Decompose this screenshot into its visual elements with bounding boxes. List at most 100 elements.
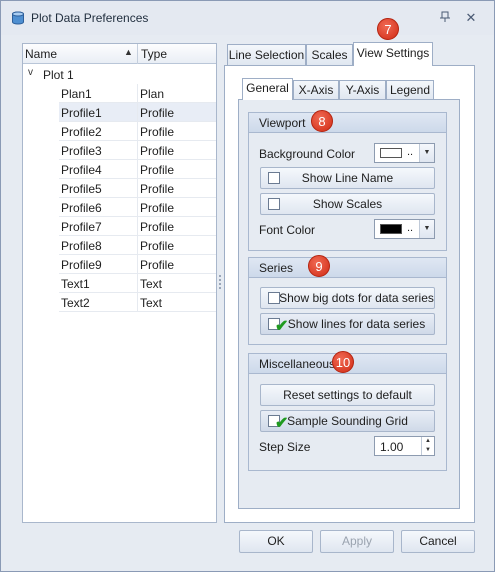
miscellaneous-title: Miscellaneous bbox=[259, 357, 336, 371]
checkmark-icon: ✔ bbox=[275, 318, 289, 335]
tab-view-settings[interactable]: View Settings bbox=[353, 42, 433, 66]
callout-badge-9: 9 bbox=[308, 255, 330, 277]
table-row[interactable]: Profile8 Profile bbox=[23, 236, 216, 255]
table-row[interactable]: Profile7 Profile bbox=[23, 217, 216, 236]
table-row[interactable]: Profile9 Profile bbox=[23, 255, 216, 274]
show-big-dots-label: Show big dots for data series bbox=[279, 291, 434, 305]
row-name-cell: Profile6 bbox=[61, 201, 102, 215]
column-divider bbox=[137, 179, 138, 198]
row-type-cell: Profile bbox=[140, 239, 175, 253]
font-color-label: Font Color bbox=[259, 223, 316, 237]
column-divider bbox=[137, 198, 138, 217]
row-type-cell: Plan bbox=[140, 87, 165, 101]
font-color-picker[interactable]: .. ▼ bbox=[374, 219, 435, 239]
column-divider bbox=[137, 160, 138, 179]
sort-ascending-icon: ▲ bbox=[124, 47, 133, 57]
checkbox-icon bbox=[268, 198, 280, 210]
background-color-swatch bbox=[380, 148, 402, 158]
row-name-cell: Profile8 bbox=[61, 239, 102, 253]
column-divider bbox=[137, 255, 138, 274]
chevron-down-icon[interactable]: v bbox=[28, 67, 33, 78]
cancel-label: Cancel bbox=[419, 534, 457, 548]
viewport-title: Viewport bbox=[259, 116, 306, 130]
row-type-cell: Text bbox=[140, 277, 163, 291]
ok-button[interactable]: OK bbox=[239, 530, 313, 553]
tab-y-axis[interactable]: Y-Axis bbox=[339, 80, 386, 100]
show-line-name-toggle[interactable]: Show Line Name bbox=[260, 167, 435, 189]
column-header-name[interactable]: Name bbox=[25, 47, 57, 61]
show-big-dots-toggle[interactable]: Show big dots for data series bbox=[260, 287, 435, 309]
column-divider bbox=[137, 122, 138, 141]
show-scales-toggle[interactable]: Show Scales bbox=[260, 193, 435, 215]
color-ellipsis: .. bbox=[407, 146, 414, 158]
callout-badge-8: 8 bbox=[311, 110, 333, 132]
series-group-header: Series bbox=[249, 258, 446, 278]
reset-settings-label: Reset settings to default bbox=[283, 388, 412, 402]
tab-general[interactable]: General bbox=[242, 78, 293, 100]
row-type-cell: Profile bbox=[140, 220, 175, 234]
checkbox-icon bbox=[268, 292, 280, 304]
row-name-cell: Plan1 bbox=[61, 87, 92, 101]
tree-root-row[interactable]: v Plot 1 bbox=[23, 65, 216, 84]
tab-line-selection[interactable]: Line Selection bbox=[227, 44, 306, 66]
sample-sounding-grid-toggle[interactable]: ✔ Sample Sounding Grid bbox=[260, 410, 435, 432]
table-row[interactable]: Profile5 Profile bbox=[23, 179, 216, 198]
splitter-handle[interactable] bbox=[219, 275, 222, 289]
table-row[interactable]: Plan1 Plan bbox=[23, 84, 216, 103]
tab-label: Line Selection bbox=[228, 48, 305, 62]
table-row[interactable]: Text2 Text bbox=[23, 293, 216, 312]
background-color-picker[interactable]: .. ▼ bbox=[374, 143, 435, 163]
step-size-spinner[interactable]: 1.00 ▲ ▼ bbox=[374, 436, 435, 456]
background-color-label: Background Color bbox=[259, 147, 356, 161]
reset-settings-button[interactable]: Reset settings to default bbox=[260, 384, 435, 406]
tab-label: View Settings bbox=[356, 46, 430, 60]
plot-tree[interactable]: Name ▲ Type v Plot 1 Plan1 Plan Profile1 Prof… bbox=[22, 43, 217, 523]
cancel-button[interactable]: Cancel bbox=[401, 530, 475, 553]
checkbox-icon: ✔ bbox=[268, 318, 288, 335]
tab-label: Legend bbox=[389, 83, 431, 97]
show-lines-label: Show lines for data series bbox=[287, 317, 426, 331]
table-row[interactable]: Profile6 Profile bbox=[23, 198, 216, 217]
tab-x-axis[interactable]: X-Axis bbox=[293, 80, 339, 100]
window-title: Plot Data Preferences bbox=[31, 11, 149, 25]
database-icon bbox=[12, 11, 24, 25]
column-header-type[interactable]: Type bbox=[141, 47, 167, 61]
row-divider bbox=[59, 311, 216, 312]
spin-down-icon[interactable]: ▼ bbox=[422, 446, 434, 455]
spinner-buttons: ▲ ▼ bbox=[421, 437, 434, 455]
chevron-down-icon[interactable]: ▼ bbox=[419, 144, 434, 162]
row-name-cell: Text1 bbox=[61, 277, 90, 291]
row-name-cell: Profile1 bbox=[61, 106, 102, 120]
column-divider bbox=[137, 217, 138, 236]
tab-scales[interactable]: Scales bbox=[306, 44, 353, 66]
row-type-cell: Profile bbox=[140, 258, 175, 272]
spin-up-icon[interactable]: ▲ bbox=[422, 437, 434, 446]
row-type-cell: Profile bbox=[140, 106, 175, 120]
show-lines-toggle[interactable]: ✔ Show lines for data series bbox=[260, 313, 435, 335]
close-icon[interactable]: ✕ bbox=[464, 11, 478, 25]
step-size-value[interactable]: 1.00 bbox=[380, 440, 403, 454]
tab-label: X-Axis bbox=[298, 83, 334, 97]
row-type-cell: Profile bbox=[140, 144, 175, 158]
table-row[interactable]: Text1 Text bbox=[23, 274, 216, 293]
column-divider bbox=[137, 141, 138, 160]
pin-icon[interactable] bbox=[438, 11, 452, 25]
column-separator[interactable] bbox=[137, 44, 138, 64]
sample-sounding-grid-label: Sample Sounding Grid bbox=[287, 414, 408, 428]
row-name-cell: Profile2 bbox=[61, 125, 102, 139]
table-row[interactable]: Profile1 Profile bbox=[23, 103, 216, 122]
font-color-swatch bbox=[380, 224, 402, 234]
checkbox-icon bbox=[268, 172, 280, 184]
row-name-cell: Profile9 bbox=[61, 258, 102, 272]
checkmark-icon: ✔ bbox=[275, 415, 289, 432]
chevron-down-icon[interactable]: ▼ bbox=[419, 220, 434, 238]
apply-button[interactable]: Apply bbox=[320, 530, 394, 553]
table-row[interactable]: Profile3 Profile bbox=[23, 141, 216, 160]
tab-legend[interactable]: Legend bbox=[386, 80, 434, 100]
ok-label: OK bbox=[267, 534, 285, 548]
table-row[interactable]: Profile2 Profile bbox=[23, 122, 216, 141]
callout-badge-7: 7 bbox=[377, 18, 399, 40]
table-row[interactable]: Profile4 Profile bbox=[23, 160, 216, 179]
color-ellipsis: .. bbox=[407, 222, 414, 234]
checkbox-icon: ✔ bbox=[268, 415, 288, 432]
